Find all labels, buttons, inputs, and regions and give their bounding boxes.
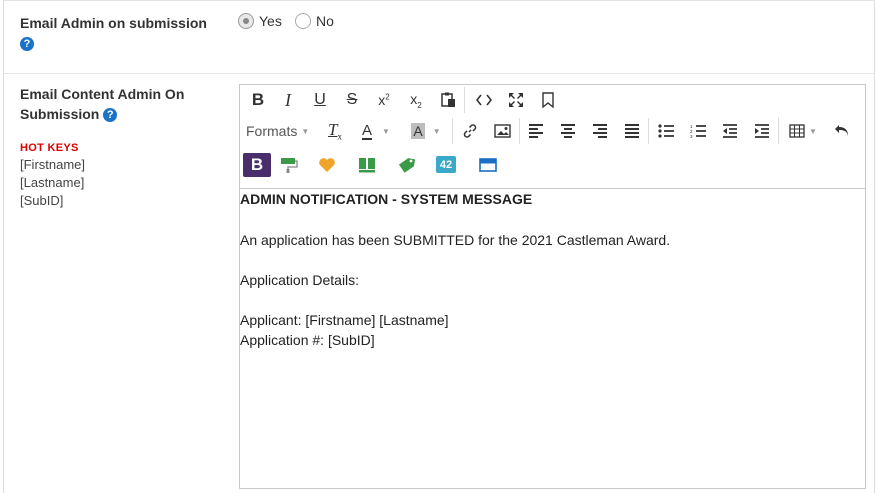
table-icon[interactable]: ▼ [786,119,820,143]
radio-no[interactable]: No [295,13,334,29]
b-plugin-button[interactable]: B [243,153,271,177]
align-center-icon[interactable] [558,119,578,143]
separator [464,87,465,113]
italic-icon[interactable]: I [278,88,298,112]
email-content-label: Email Content Admin On Submission ? [20,86,185,123]
separator [452,118,453,144]
layout-icon[interactable] [356,153,378,177]
fullscreen-icon[interactable] [506,88,526,112]
background-color-icon[interactable]: A ▼ [406,119,446,143]
align-right-icon[interactable] [590,119,610,143]
rich-text-editor[interactable]: B I U S x2 x2 Formats ▼ Tx A ▼ A ▼ 1 2 3… [239,84,866,489]
hotkeys-title: HOT KEYS [20,142,79,154]
hotkey-firstname: [Firstname] [20,157,86,172]
clear-format-icon[interactable]: Tx [324,119,346,143]
bullet-list-icon[interactable] [656,119,676,143]
content-heading: ADMIN NOTIFICATION - SYSTEM MESSAGE [240,191,533,207]
numbered-list-icon[interactable]: 123 [688,119,708,143]
radio-circle[interactable] [295,13,311,29]
radio-yes[interactable]: Yes [238,13,282,29]
strikethrough-icon[interactable]: S [342,88,362,112]
radio-circle-checked[interactable] [238,13,254,29]
image-icon[interactable] [492,119,512,143]
separator [519,118,520,144]
help-icon[interactable]: ? [103,108,118,123]
svg-text:3: 3 [690,134,693,138]
paste-icon[interactable] [438,88,458,112]
subscript-icon[interactable]: x2 [406,88,426,112]
content-line: Application Details: [240,272,360,288]
content-line: Application #: [SubID] [240,332,375,348]
outdent-icon[interactable] [720,119,740,143]
formats-dropdown[interactable]: Formats ▼ [246,119,316,143]
link-icon[interactable] [460,119,480,143]
window-icon[interactable] [477,153,499,177]
hotkey-lastname: [Lastname] [20,175,85,190]
bookmark-icon[interactable] [538,88,558,112]
number-badge-button[interactable]: 42 [436,156,456,173]
hotkey-subid: [SubID] [20,193,64,208]
separator [778,118,779,144]
align-justify-icon[interactable] [622,119,642,143]
content-line: Applicant: [Firstname] [Lastname] [240,312,449,328]
bold-icon[interactable]: B [248,88,268,112]
email-admin-label: Email Admin on submission ? [20,15,207,52]
code-icon[interactable] [474,88,494,112]
indent-icon[interactable] [752,119,772,143]
superscript-icon[interactable]: x2 [374,88,394,112]
undo-icon[interactable] [832,119,852,143]
separator [648,118,649,144]
align-left-icon[interactable] [526,119,546,143]
underline-icon[interactable]: U [310,88,330,112]
editor-toolbar: B I U S x2 x2 Formats ▼ Tx A ▼ A ▼ 1 2 3… [240,85,865,189]
text-color-icon[interactable]: A ▼ [356,119,396,143]
tag-icon[interactable] [396,153,418,177]
help-icon[interactable]: ? [20,37,34,52]
paint-roller-icon[interactable] [278,153,300,177]
form-panel: Email Admin on submission ? Yes No Email… [3,0,875,493]
heart-icon[interactable] [316,153,338,177]
content-line: An application has been SUBMITTED for th… [240,232,671,248]
email-admin-row: Email Admin on submission ? Yes No [4,1,874,74]
